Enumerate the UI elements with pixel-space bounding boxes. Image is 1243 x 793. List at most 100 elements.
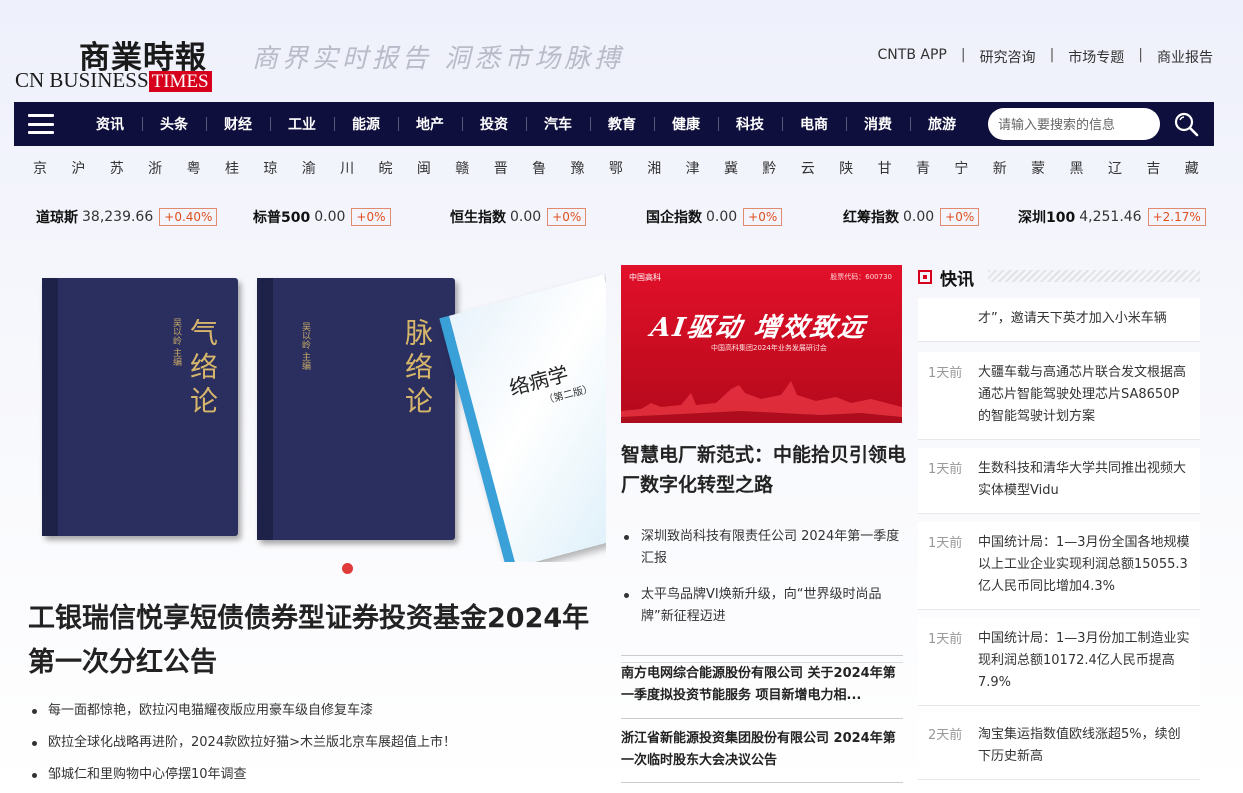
nav-item-finance[interactable]: 财经 xyxy=(206,114,270,134)
nav-item-energy[interactable]: 能源 xyxy=(334,114,398,134)
index-change-badge: +0.40% xyxy=(159,208,218,226)
index-shenzhen100[interactable]: 深圳100 4,251.46 +2.17% xyxy=(1018,207,1206,227)
list-item[interactable]: 深圳致尚科技有限责任公司 2024年第一季度汇报 xyxy=(621,526,903,570)
province-link[interactable]: 黑 xyxy=(1063,158,1091,178)
index-change-badge: +0% xyxy=(547,208,587,226)
flash-item[interactable]: 1天前 中国统计局：1—3月份全国各地规模以上工业企业实现利润总额15055.3… xyxy=(918,522,1200,610)
flash-text: 大疆车载与高通芯片联合发文根据高通芯片智能驾驶处理芯片SA8650P的智能驾驶计… xyxy=(978,365,1187,424)
book-cover-luobingxue: 络病学 （第二版） xyxy=(439,274,606,562)
nav-item-health[interactable]: 健康 xyxy=(654,114,718,134)
province-link[interactable]: 鲁 xyxy=(525,158,553,178)
province-link[interactable]: 晋 xyxy=(487,158,515,178)
middle-news-item[interactable]: 南方电网综合能源股份有限公司 关于2024年第一季度拟投资节能服务 项目新增电力… xyxy=(621,662,903,707)
province-link[interactable]: 蒙 xyxy=(1024,158,1052,178)
list-item[interactable]: 欧拉全球化战略再进阶，2024款欧拉好猫>木兰版北京车展超值上市！ xyxy=(30,732,600,764)
province-link[interactable]: 粤 xyxy=(180,158,208,178)
list-item[interactable]: 太平鸟品牌VI焕新升级，向“世界级时尚品牌”新征程迈进 xyxy=(621,584,903,628)
province-link[interactable]: 沪 xyxy=(64,158,92,178)
book-cover-mailuolun: 脉络论 吴以岭 主编 xyxy=(257,278,455,540)
province-link[interactable]: 鄂 xyxy=(602,158,630,178)
province-link[interactable]: 甘 xyxy=(871,158,899,178)
province-link[interactable]: 闽 xyxy=(410,158,438,178)
top-link-research[interactable]: 研究咨询 xyxy=(980,47,1036,67)
flash-time: 2天前 xyxy=(928,728,963,743)
province-link[interactable]: 黔 xyxy=(755,158,783,178)
slider-dot-active[interactable] xyxy=(342,563,353,574)
skyline-graphic xyxy=(621,381,902,423)
province-link[interactable]: 青 xyxy=(909,158,937,178)
province-link[interactable]: 冀 xyxy=(717,158,745,178)
nav-item-auto[interactable]: 汽车 xyxy=(526,114,590,134)
province-link[interactable]: 琼 xyxy=(256,158,284,178)
nav-item-industry[interactable]: 工业 xyxy=(270,114,334,134)
nav-item-ecommerce[interactable]: 电商 xyxy=(782,114,846,134)
middle-list: 深圳致尚科技有限责任公司 2024年第一季度汇报 太平鸟品牌VI焕新升级，向“世… xyxy=(621,526,903,642)
flash-time: 1天前 xyxy=(928,366,963,381)
index-redchip[interactable]: 红筹指数 0.00 +0% xyxy=(843,207,980,227)
province-link[interactable]: 藏 xyxy=(1178,158,1206,178)
province-link[interactable]: 川 xyxy=(333,158,361,178)
separator: | xyxy=(960,47,966,63)
province-link[interactable]: 新 xyxy=(986,158,1014,178)
province-link[interactable]: 浙 xyxy=(141,158,169,178)
top-link-topics[interactable]: 市场专题 xyxy=(1068,47,1124,67)
flash-item[interactable]: 1天前 生数科技和清华大学共同推出视频大实体模型Vidu xyxy=(918,448,1200,514)
nav-item-headlines[interactable]: 头条 xyxy=(142,114,206,134)
index-dowjones[interactable]: 道琼斯 38,239.66 +0.40% xyxy=(36,207,218,227)
nav-item-investment[interactable]: 投资 xyxy=(462,114,526,134)
site-logo[interactable]: 商業時報 CN BUSINESS TIMES xyxy=(15,32,225,92)
province-link[interactable]: 吉 xyxy=(1139,158,1167,178)
flash-item[interactable]: 才”，邀请天下英才加入小米车辆 xyxy=(918,298,1200,342)
middle-news-item[interactable]: 浙江省新能源投资集团股份有限公司 2024年第一次临时股东大会决议公告 xyxy=(621,728,903,772)
flash-item[interactable]: 1天前 中国统计局：1—3月份加工制造业实现利润总额10172.4亿人民币提高7… xyxy=(918,618,1200,706)
province-link[interactable]: 苏 xyxy=(103,158,131,178)
province-nav: 京沪苏浙粤桂琼渝川皖闽赣晋鲁豫鄂湘津冀黔云陕甘青宁新蒙黑辽吉藏 xyxy=(26,158,1206,178)
province-link[interactable]: 陕 xyxy=(832,158,860,178)
index-hangseng[interactable]: 恒生指数 0.00 +0% xyxy=(450,207,587,227)
flash-time: 1天前 xyxy=(928,462,963,477)
list-item[interactable]: 邹城仁和里购物中心停摆10年调查 xyxy=(30,764,600,793)
flash-time: 1天前 xyxy=(928,536,963,551)
nav-item-news[interactable]: 资讯 xyxy=(78,114,142,134)
province-link[interactable]: 赣 xyxy=(448,158,476,178)
index-change-badge: +0% xyxy=(940,208,980,226)
divider xyxy=(621,782,903,783)
nav-item-education[interactable]: 教育 xyxy=(590,114,654,134)
list-item[interactable]: 每一面都惊艳，欧拉闪电猫耀夜版应用豪车级自修复车漆 xyxy=(30,700,600,732)
flash-text: 淘宝集运指数值欧线涨超5%，续创下历史新高 xyxy=(978,727,1181,764)
top-link-app[interactable]: CNTB APP xyxy=(878,47,947,67)
province-link[interactable]: 宁 xyxy=(947,158,975,178)
search-icon[interactable] xyxy=(1172,110,1200,138)
province-link[interactable]: 京 xyxy=(26,158,54,178)
flash-item[interactable]: 2天前 淘宝集运指数值欧线涨超5%，续创下历史新高 xyxy=(918,714,1200,780)
search-input[interactable] xyxy=(988,108,1160,140)
province-link[interactable]: 湘 xyxy=(640,158,668,178)
site-slogan: 商界实时报告 洞悉市场脉搏 xyxy=(252,44,625,74)
nav-item-tech[interactable]: 科技 xyxy=(718,114,782,134)
banner-meeting: 中国高科集团2024年业务发展研讨会 xyxy=(711,344,827,352)
middle-headline[interactable]: 智慧电厂新范式：中能拾贝引领电厂数字化转型之路 xyxy=(621,440,906,500)
province-link[interactable]: 云 xyxy=(794,158,822,178)
nav-item-consumer[interactable]: 消费 xyxy=(846,114,910,134)
index-change-badge: +2.17% xyxy=(1147,208,1206,226)
index-sp500[interactable]: 标普500 0.00 +0% xyxy=(253,207,391,227)
banner-code: 股票代码：600730 xyxy=(830,273,892,281)
flash-title: 快讯 xyxy=(940,270,974,290)
flash-item[interactable]: 1天前 大疆车载与高通芯片联合发文根据高通芯片智能驾驶处理芯片SA8650P的智… xyxy=(918,352,1200,440)
province-link[interactable]: 皖 xyxy=(372,158,400,178)
promo-banner[interactable]: 中国高科 股票代码：600730 AI驱动 增效致远 中国高科集团2024年业务… xyxy=(621,265,902,423)
top-link-reports[interactable]: 商业报告 xyxy=(1157,47,1213,67)
nav-item-travel[interactable]: 旅游 xyxy=(910,114,974,134)
market-indices: 道琼斯 38,239.66 +0.40% 标普500 0.00 +0% 恒生指数 0.00… xyxy=(0,207,1243,231)
province-link[interactable]: 桂 xyxy=(218,158,246,178)
main-headline[interactable]: 工银瑞信悦享短债债券型证券投资基金2024年第一次分红公告 xyxy=(28,597,608,685)
province-link[interactable]: 渝 xyxy=(295,158,323,178)
index-hscei[interactable]: 国企指数 0.00 +0% xyxy=(646,207,783,227)
menu-icon[interactable] xyxy=(28,114,54,134)
nav-item-realestate[interactable]: 地产 xyxy=(398,114,462,134)
province-link[interactable]: 辽 xyxy=(1101,158,1129,178)
flash-text: 生数科技和清华大学共同推出视频大实体模型Vidu xyxy=(978,461,1187,498)
province-link[interactable]: 豫 xyxy=(563,158,591,178)
province-link[interactable]: 津 xyxy=(679,158,707,178)
featured-slider[interactable]: 气络论 吴以岭 主编 脉络论 吴以岭 主编 络病学 （第二版） xyxy=(30,262,606,562)
